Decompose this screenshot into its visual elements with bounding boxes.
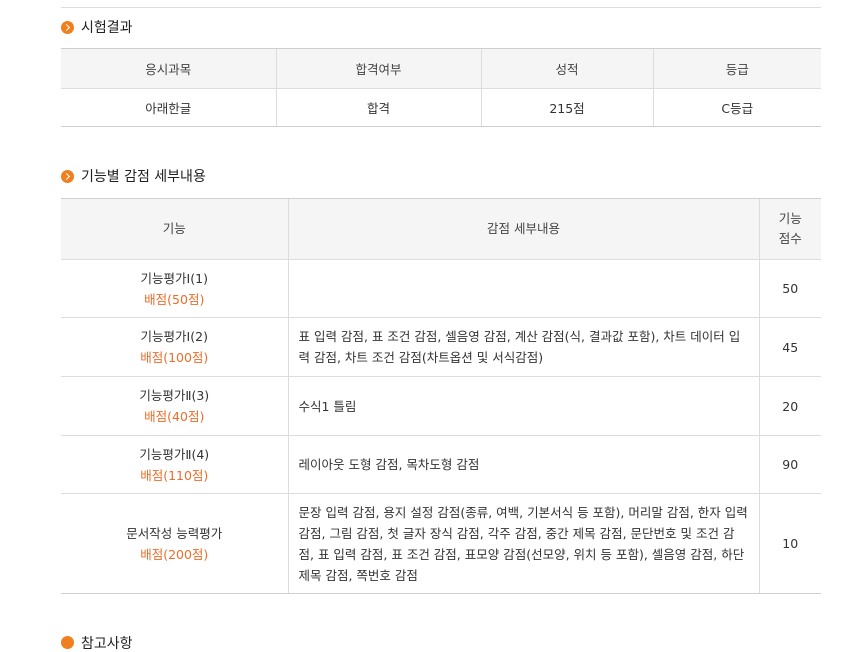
header-subject: 응시과목: [61, 48, 276, 89]
score-cell: 10: [758, 493, 821, 594]
header-grade: 등급: [652, 48, 821, 89]
deductions-section-title: 기능별 감점 세부내용: [61, 166, 206, 186]
header-score: 성적: [480, 48, 653, 89]
detail-cell: 수식1 틀림: [287, 376, 759, 436]
score-cell: 45: [758, 317, 821, 377]
function-cell: 기능평가Ⅱ(3) 배점(40점): [61, 376, 288, 436]
function-name: 기능평가Ⅰ(2): [140, 329, 208, 344]
function-name: 기능평가Ⅰ(1): [140, 270, 208, 286]
header-detail: 감점 세부내용: [287, 198, 759, 260]
function-allocation: 배점(200점): [140, 546, 209, 562]
pass-status-cell: 합격: [275, 88, 481, 127]
function-allocation: 배점(50점): [144, 291, 205, 307]
top-divider: [61, 7, 821, 8]
function-allocation: 배점(110점): [140, 467, 209, 483]
function-allocation: 배점(100점): [140, 350, 209, 365]
table-row: 아래한글 합격 215점 C등급: [61, 88, 821, 127]
next-section-title: 참고사항: [61, 632, 181, 652]
function-name: 기능평가Ⅱ(3): [139, 388, 210, 403]
next-section-title-text: 참고사항: [81, 636, 133, 652]
function-cell: 문서작성 능력평가 배점(200점): [61, 493, 288, 594]
table-row: 기능평가Ⅱ(4) 배점(110점) 레이아웃 도형 감점, 목차도형 감점 90: [61, 435, 821, 494]
table-row: 기능평가Ⅱ(3) 배점(40점) 수식1 틀림 20: [61, 376, 821, 436]
results-table: 응시과목 합격여부 성적 등급 아래한글 합격 215점 C등급: [61, 48, 821, 127]
function-cell: 기능평가Ⅰ(1) 배점(50점): [61, 259, 288, 318]
function-cell: 기능평가Ⅱ(4) 배점(110점): [61, 435, 288, 494]
results-header-row: 응시과목 합격여부 성적 등급: [61, 48, 821, 89]
table-row: 기능평가Ⅰ(1) 배점(50점) 50: [61, 259, 821, 318]
deductions-title: 기능별 감점 세부내용: [81, 169, 206, 185]
deductions-table: 기능 감점 세부내용 기능 점수 기능평가Ⅰ(1) 배점(50점) 50 기능평…: [61, 198, 821, 594]
arrow-right-circle-icon: [61, 20, 74, 34]
header-score-line1: 기능: [778, 211, 802, 226]
detail-cell: 문장 입력 감점, 용지 설정 감점(종류, 여백, 기본서식 등 포함), 머…: [287, 493, 759, 594]
score-cell: 90: [758, 435, 821, 494]
results-title: 시험결과: [81, 20, 133, 36]
arrow-right-circle-icon: [61, 169, 74, 183]
header-pass-status: 합격여부: [275, 48, 481, 89]
deductions-header-row: 기능 감점 세부내용 기능 점수: [61, 198, 821, 260]
function-name: 문서작성 능력평가: [126, 525, 223, 541]
arrow-right-circle-icon: [61, 636, 74, 649]
subject-cell: 아래한글: [61, 88, 276, 127]
detail-cell: [287, 259, 759, 318]
score-cell: 50: [758, 259, 821, 318]
table-row: 기능평가Ⅰ(2) 배점(100점) 표 입력 감점, 표 조건 감점, 셀음영 …: [61, 317, 821, 377]
table-row: 문서작성 능력평가 배점(200점) 문장 입력 감점, 용지 설정 감점(종류…: [61, 493, 821, 594]
score-cell: 215점: [480, 88, 653, 127]
grade-cell: C등급: [652, 88, 821, 127]
score-cell: 20: [758, 376, 821, 436]
function-name: 기능평가Ⅱ(4): [139, 446, 210, 462]
results-section-title: 시험결과: [61, 17, 133, 37]
function-allocation: 배점(40점): [144, 409, 205, 424]
header-score-line2: 점수: [778, 231, 802, 246]
function-cell: 기능평가Ⅰ(2) 배점(100점): [61, 317, 288, 377]
detail-cell: 레이아웃 도형 감점, 목차도형 감점: [287, 435, 759, 494]
header-function-score: 기능 점수: [758, 198, 821, 260]
header-function: 기능: [61, 198, 288, 260]
detail-cell: 표 입력 감점, 표 조건 감점, 셀음영 감점, 계산 감점(식, 결과값 포…: [287, 317, 759, 377]
